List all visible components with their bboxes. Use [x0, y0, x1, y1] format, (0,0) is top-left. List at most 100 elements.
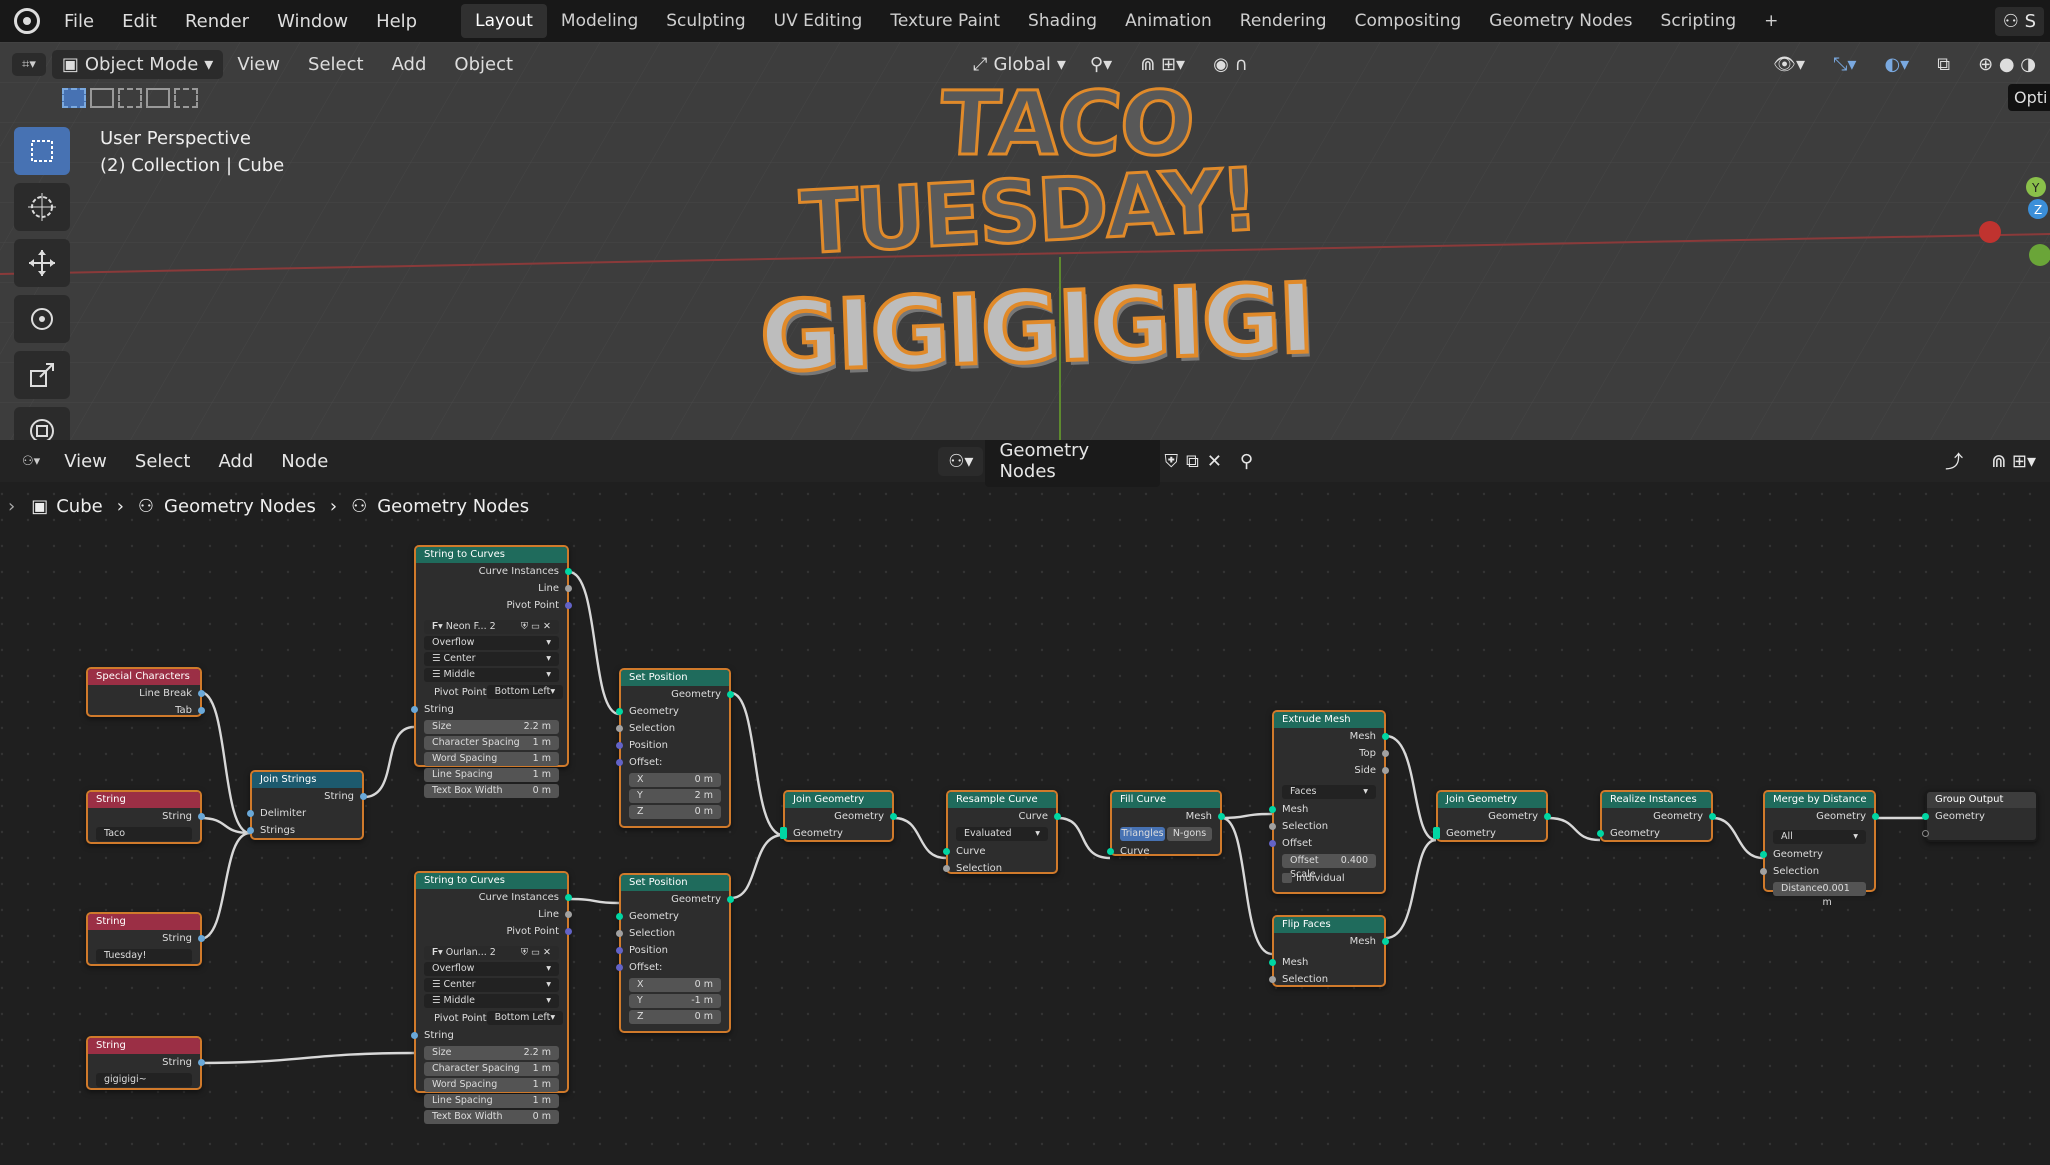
pivot-dropdown[interactable]: Bottom Left ▾	[486, 685, 564, 699]
output-socket[interactable]	[1872, 813, 1879, 820]
valign-dropdown[interactable]: ☰ Middle ▾	[424, 668, 559, 682]
output-socket[interactable]	[198, 707, 205, 714]
input-socket[interactable]	[943, 848, 950, 855]
output-socket[interactable]	[360, 793, 367, 800]
offset-scale-field[interactable]: Offset Scale 0.400	[1282, 854, 1376, 880]
proportional-edit-icon[interactable]: ◉ ∩	[1199, 54, 1262, 75]
scale-icon[interactable]	[14, 351, 70, 399]
node-string-taco[interactable]: String String Taco	[86, 790, 205, 844]
offset-y-field[interactable]: Y -1 m	[629, 994, 721, 1008]
offset-y-field[interactable]: Y2 m	[629, 789, 721, 803]
text-object-gigi[interactable]: GIGIGIGIGI	[756, 260, 1316, 395]
input-socket[interactable]	[1269, 976, 1276, 983]
menu-help[interactable]: Help	[362, 11, 431, 32]
input-socket[interactable]	[1269, 823, 1276, 830]
character-spacing-field[interactable]: Character Spacing 1 m	[424, 1062, 559, 1076]
select-invert-icon[interactable]	[146, 88, 170, 108]
transform-icon[interactable]	[14, 407, 70, 440]
character-spacing-field[interactable]: Character Spacing 1 m	[424, 736, 559, 750]
output-socket[interactable]	[198, 813, 205, 820]
line-spacing-field[interactable]: Line Spacing 1 m	[424, 1094, 559, 1108]
node-join-geometry-1[interactable]: Join Geometry Geometry Geometry	[780, 790, 897, 842]
node-join-geometry-2[interactable]: Join Geometry Geometry Geometry	[1433, 790, 1551, 842]
menu-edit[interactable]: Edit	[108, 11, 171, 32]
input-socket[interactable]	[411, 1032, 418, 1039]
input-socket[interactable]	[411, 706, 418, 713]
overflow-dropdown[interactable]: Overflow ▾	[424, 636, 559, 650]
output-socket[interactable]	[565, 568, 572, 575]
tab-shading[interactable]: Shading	[1014, 4, 1111, 38]
size-field[interactable]: Size 2.2 m	[424, 1046, 559, 1060]
viewport-menu-select[interactable]: Select	[294, 54, 378, 75]
input-socket[interactable]	[1760, 851, 1767, 858]
tab-modeling[interactable]: Modeling	[547, 4, 652, 38]
fill-mode-triangles[interactable]: Triangles	[1120, 827, 1165, 841]
node-extrude-mesh[interactable]: Extrude Mesh Mesh Top Side Faces ▾ Mesh S…	[1269, 710, 1389, 894]
tab-compositing[interactable]: Compositing	[1341, 4, 1476, 38]
node-group-output[interactable]: Group Output Geometry	[1922, 790, 2038, 842]
node-string-gigi[interactable]: String String gigigigi~	[86, 1036, 205, 1090]
navigation-gizmo[interactable]: Y Z	[1960, 127, 2050, 287]
string-value-field[interactable]: gigigigi~	[96, 1073, 192, 1087]
menu-render[interactable]: Render	[171, 11, 263, 32]
node-merge-by-distance[interactable]: Merge by Distance Geometry All ▾ Geometry…	[1760, 790, 1879, 908]
select-intersect-icon[interactable]	[174, 88, 198, 108]
input-socket[interactable]	[247, 810, 254, 817]
node-flip-faces[interactable]: Flip Faces Mesh Mesh Selection	[1269, 915, 1389, 987]
string-value-field[interactable]: Tuesday!	[96, 949, 192, 963]
gizmo-icon[interactable]: ⤡▾	[1819, 54, 1870, 75]
xray-icon[interactable]: ⧉	[1923, 54, 1964, 75]
output-socket[interactable]	[565, 894, 572, 901]
input-socket[interactable]	[1760, 868, 1767, 875]
input-socket[interactable]	[943, 865, 950, 872]
mode-dropdown[interactable]: ▣ Object Mode ▾	[51, 49, 224, 79]
align-dropdown[interactable]: ☰ Center ▾	[424, 978, 559, 992]
input-socket[interactable]	[616, 947, 623, 954]
fill-mode-ngons[interactable]: N-gons	[1167, 827, 1212, 841]
node-string-to-curves-2[interactable]: String to Curves Curve Instances Line Pi…	[411, 871, 572, 1124]
offset-x-field[interactable]: X0 m	[629, 978, 721, 992]
node-join-strings[interactable]: Join Strings String Delimiter Strings	[247, 770, 367, 840]
node-set-position-2[interactable]: Set Position Geometry Geometry Selection…	[616, 873, 734, 1033]
output-socket[interactable]	[1382, 733, 1389, 740]
output-socket[interactable]	[1054, 813, 1061, 820]
options-button[interactable]: Opti	[2008, 84, 2050, 111]
output-socket[interactable]	[565, 602, 572, 609]
tab-uv-editing[interactable]: UV Editing	[760, 4, 877, 38]
viewport-menu-add[interactable]: Add	[378, 54, 441, 75]
editor-type-button[interactable]: ⌗▾	[12, 52, 46, 76]
visibility-icon[interactable]: 👁▾	[1759, 54, 1819, 75]
tab-sculpting[interactable]: Sculpting	[652, 4, 759, 38]
node-special-characters[interactable]: Special Characters Line Break Tab	[86, 667, 205, 717]
line-spacing-field[interactable]: Line Spacing 1 m	[424, 768, 559, 782]
output-socket[interactable]	[1382, 767, 1389, 774]
node-resample-curve[interactable]: Resample Curve Curve Evaluated ▾ Curve Se…	[943, 790, 1061, 874]
valign-dropdown[interactable]: ☰ Middle ▾	[424, 994, 559, 1008]
input-socket[interactable]	[1433, 827, 1440, 839]
input-socket[interactable]	[247, 827, 254, 834]
move-icon[interactable]	[14, 239, 70, 287]
merge-mode-dropdown[interactable]: All ▾	[1773, 830, 1866, 844]
offset-z-field[interactable]: Z0 m	[629, 1010, 721, 1024]
input-socket[interactable]	[1269, 840, 1276, 847]
select-subtract-icon[interactable]	[118, 88, 142, 108]
viewport-menu-view[interactable]: View	[223, 54, 294, 75]
overlay-icon[interactable]: ◐▾	[1870, 54, 1923, 75]
tab-scripting[interactable]: Scripting	[1647, 4, 1751, 38]
rotate-icon[interactable]	[14, 295, 70, 343]
word-spacing-field[interactable]: Word Spacing 1 m	[424, 752, 559, 766]
input-socket[interactable]	[780, 827, 787, 839]
offset-x-field[interactable]: X0 m	[629, 773, 721, 787]
input-socket[interactable]	[616, 759, 623, 766]
tab-geometry-nodes[interactable]: Geometry Nodes	[1475, 4, 1646, 38]
blender-logo-icon[interactable]	[14, 8, 40, 34]
output-socket[interactable]	[1218, 813, 1225, 820]
input-socket[interactable]	[616, 742, 623, 749]
cursor-icon[interactable]	[14, 183, 70, 231]
output-socket[interactable]	[727, 691, 734, 698]
distance-field[interactable]: Distance 0.001 m	[1773, 882, 1866, 908]
text-box-width-field[interactable]: Text Box Width 0 m	[424, 1110, 559, 1124]
select-box-icon[interactable]	[14, 127, 70, 175]
output-socket[interactable]	[1382, 750, 1389, 757]
output-socket[interactable]	[198, 690, 205, 697]
